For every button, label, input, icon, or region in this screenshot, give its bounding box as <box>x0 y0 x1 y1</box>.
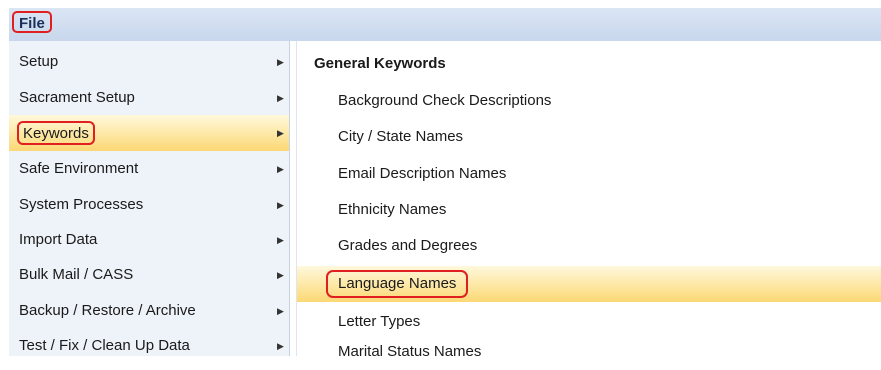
submenu-item-marital-status-names[interactable]: Marital Status Names <box>297 320 881 360</box>
menu-item-label: Safe Environment <box>19 160 139 177</box>
submenu-item-label: Language Names <box>326 270 469 298</box>
keywords-submenu: General Keywords Background Check Descri… <box>296 41 881 360</box>
submenu-item-label: Background Check Descriptions <box>338 92 552 109</box>
submenu-item-email-description-names[interactable]: Email Description Names <box>297 156 881 192</box>
menu-item-import-data[interactable]: Import Data ▶ <box>9 222 289 258</box>
submenu-item-label: Ethnicity Names <box>338 201 447 218</box>
menu-item-label: Import Data <box>19 231 98 248</box>
menu-item-label: Setup <box>19 53 59 70</box>
submenu-item-label: Grades and Degrees <box>338 237 478 254</box>
menu-item-label: Backup / Restore / Archive <box>19 302 196 319</box>
menu-item-label: Sacrament Setup <box>19 89 135 106</box>
submenu-item-label: Marital Status Names <box>338 343 482 360</box>
menu-item-setup[interactable]: Setup ▶ <box>9 44 289 80</box>
submenu-arrow-icon: ▶ <box>277 164 284 174</box>
submenu-item-ethnicity-names[interactable]: Ethnicity Names <box>297 192 881 228</box>
submenu-header: General Keywords <box>314 55 446 72</box>
menu-item-system-processes[interactable]: System Processes ▶ <box>9 187 289 223</box>
menu-bar: File <box>0 0 881 41</box>
menu-item-test-fix-clean-up-data[interactable]: Test / Fix / Clean Up Data ▶ <box>9 328 289 364</box>
submenu-arrow-icon: ▶ <box>277 57 284 67</box>
submenu-item-label: Email Description Names <box>338 165 507 182</box>
menu-item-backup-restore-archive[interactable]: Backup / Restore / Archive ▶ <box>9 293 289 329</box>
menu-item-label: Keywords <box>17 121 95 145</box>
file-dropdown-menu: Setup ▶ Sacrament Setup ▶ Keywords ▶ Saf… <box>9 41 290 356</box>
submenu-item-background-check-descriptions[interactable]: Background Check Descriptions <box>297 83 881 119</box>
menu-item-label: System Processes <box>19 196 144 213</box>
submenu-arrow-icon: ▶ <box>277 270 284 280</box>
submenu-arrow-icon: ▶ <box>277 306 284 316</box>
submenu-item-language-names[interactable]: Language Names <box>297 266 881 302</box>
submenu-item-grades-and-degrees[interactable]: Grades and Degrees <box>297 228 881 264</box>
menu-item-label: Test / Fix / Clean Up Data <box>19 337 190 354</box>
file-menu-button[interactable]: File <box>12 11 52 33</box>
submenu-arrow-icon: ▶ <box>277 128 284 138</box>
submenu-item-city-state-names[interactable]: City / State Names <box>297 119 881 155</box>
menu-bar-strip <box>9 8 881 41</box>
menu-item-sacrament-setup[interactable]: Sacrament Setup ▶ <box>9 80 289 116</box>
submenu-arrow-icon: ▶ <box>277 341 284 351</box>
menu-item-keywords[interactable]: Keywords ▶ <box>9 115 289 151</box>
submenu-arrow-icon: ▶ <box>277 200 284 210</box>
submenu-arrow-icon: ▶ <box>277 93 284 103</box>
menu-item-safe-environment[interactable]: Safe Environment ▶ <box>9 151 289 187</box>
submenu-item-label: City / State Names <box>338 128 464 145</box>
menu-item-bulk-mail-cass[interactable]: Bulk Mail / CASS ▶ <box>9 257 289 293</box>
submenu-arrow-icon: ▶ <box>277 235 284 245</box>
menu-item-label: Bulk Mail / CASS <box>19 266 134 283</box>
